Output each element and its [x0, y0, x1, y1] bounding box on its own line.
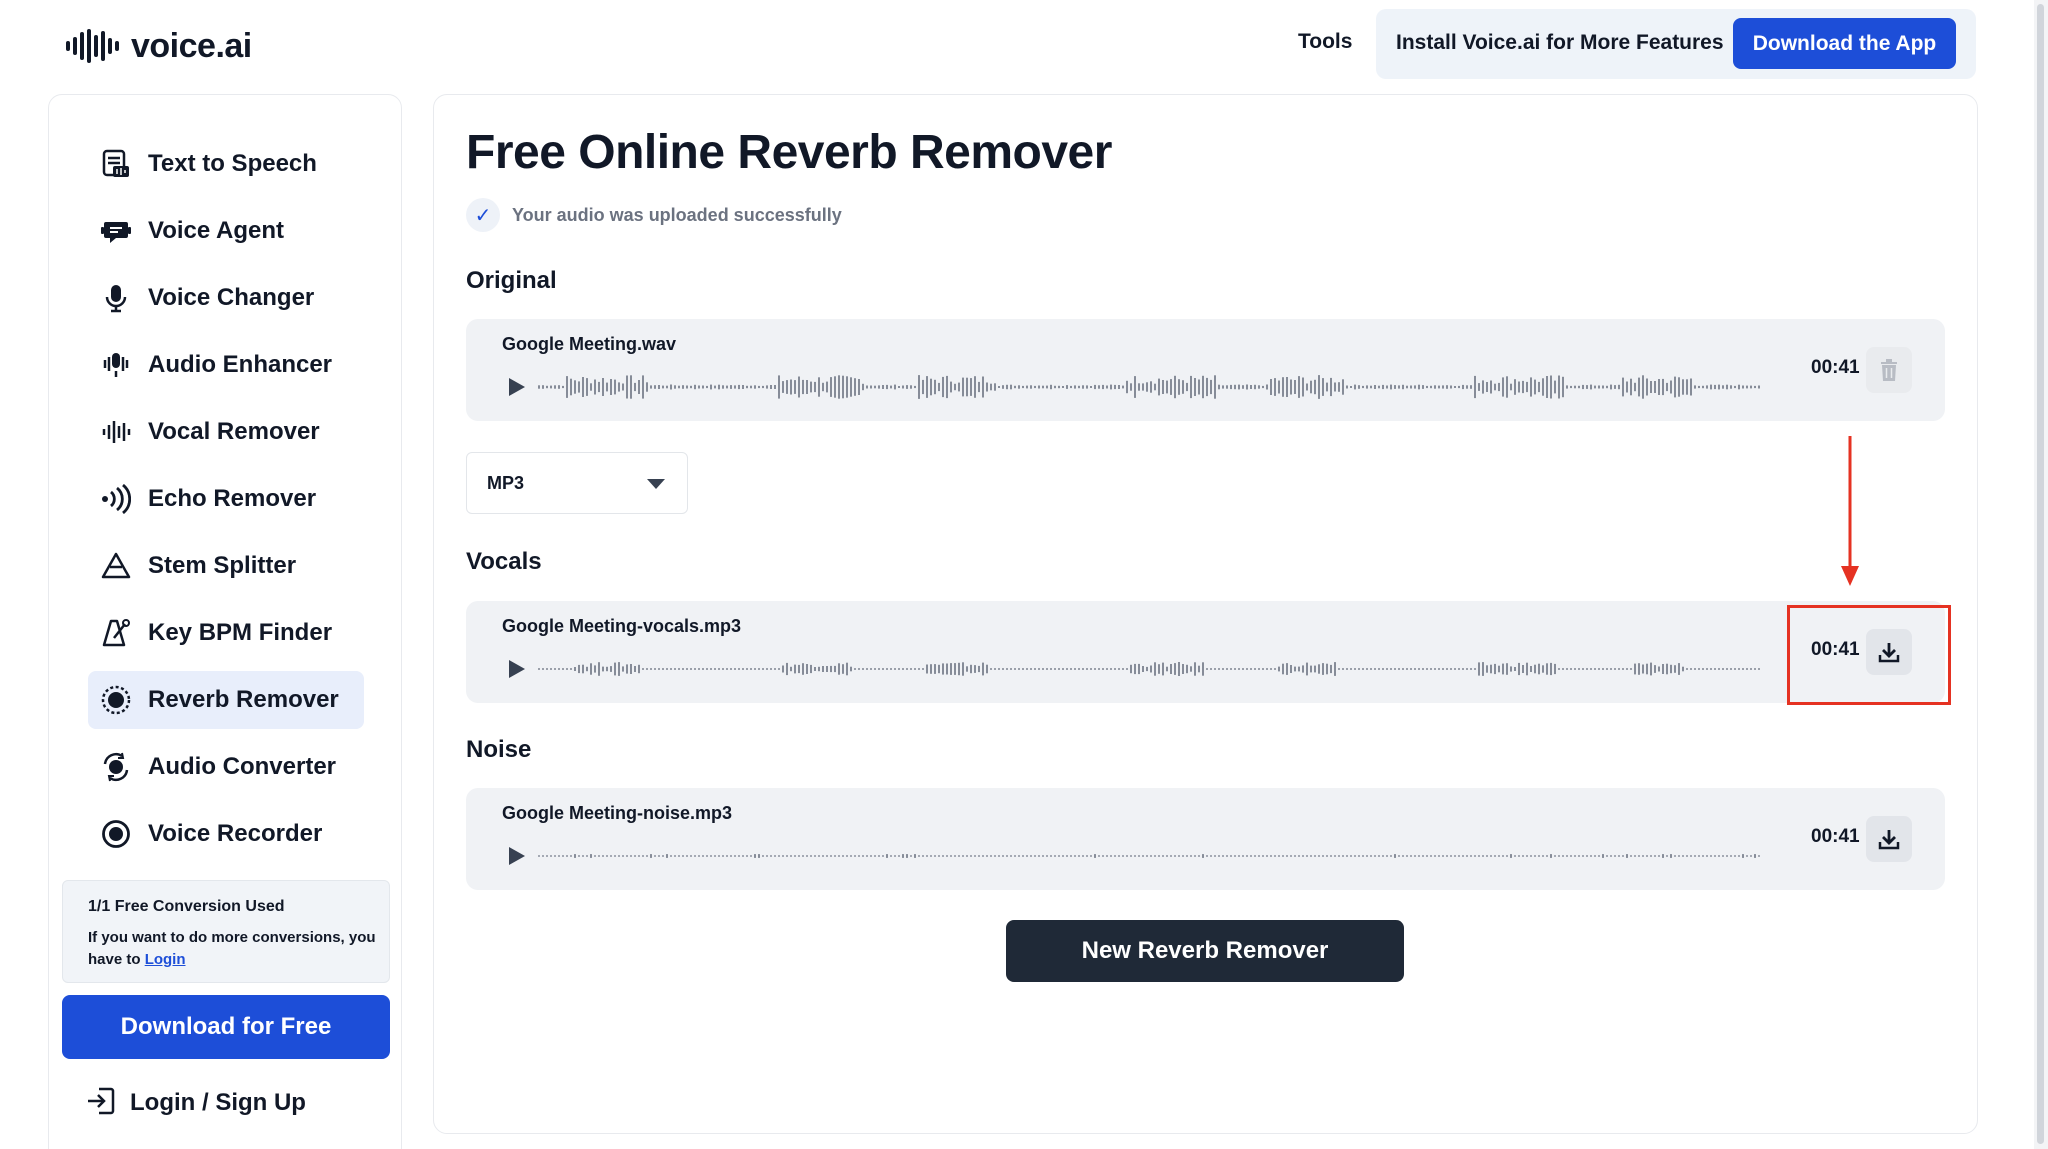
scrollbar-thumb[interactable] [2037, 4, 2044, 1144]
logo-waveform-icon [66, 29, 119, 63]
microphone-icon [99, 281, 133, 315]
sidebar-item-label: Echo Remover [148, 485, 317, 512]
waveform-icon [99, 415, 133, 449]
sidebar-item-label: Audio Enhancer [148, 351, 333, 378]
text-to-speech-icon [99, 147, 133, 181]
play-icon[interactable] [504, 375, 528, 399]
sidebar-item-label: Stem Splitter [148, 552, 297, 579]
sidebar-item-voice-recorder[interactable]: Voice Recorder [88, 805, 364, 863]
original-section-label: Original [466, 267, 557, 294]
login-signup-label: Login / Sign Up [130, 1089, 306, 1116]
metronome-icon [99, 616, 133, 650]
vocals-track: Google Meeting-vocals.mp3 00:41 [466, 601, 1945, 703]
waveform[interactable] [538, 840, 1763, 872]
waveform[interactable] [538, 371, 1763, 403]
logo-text: voice.ai [131, 26, 252, 65]
download-icon [1878, 830, 1900, 850]
sidebar-item-label: Voice Changer [148, 284, 315, 311]
sidebar-item-label: Audio Converter [148, 753, 337, 780]
format-select-value: MP3 [487, 473, 525, 493]
free-conversion-text: If you want to do more conversions, you … [88, 929, 376, 968]
download-noise-button[interactable] [1866, 816, 1912, 862]
chevron-down-icon [647, 479, 665, 489]
sidebar-item-voice-changer[interactable]: Voice Changer [88, 269, 364, 327]
page-title: Free Online Reverb Remover [466, 126, 1112, 179]
main-panel: Free Online Reverb Remover ✓ Your audio … [433, 94, 1978, 1134]
trash-icon [1881, 359, 1897, 381]
audio-enhancer-icon [99, 348, 133, 382]
login-link[interactable]: Login [145, 951, 186, 968]
waveform[interactable] [538, 653, 1763, 685]
login-signup-link[interactable]: Login / Sign Up [86, 1085, 306, 1121]
install-text: Install Voice.ai for More Features [1396, 31, 1724, 54]
install-banner: Install Voice.ai for More Features Downl… [1376, 9, 1976, 79]
play-icon[interactable] [504, 844, 528, 868]
download-for-free-button[interactable]: Download for Free [62, 995, 390, 1059]
triangle-icon [99, 549, 133, 583]
annotation-arrow [1841, 436, 1859, 586]
sidebar-item-audio-enhancer[interactable]: Audio Enhancer [88, 336, 364, 394]
sidebar-item-label: Voice Agent [148, 217, 285, 244]
sidebar-item-label: Text to Speech [148, 150, 317, 177]
sidebar-item-label: Reverb Remover [148, 686, 339, 713]
free-conversion-notice: 1/1 Free Conversion Used If you want to … [62, 880, 390, 983]
sidebar-item-voice-agent[interactable]: Voice Agent [88, 202, 364, 260]
sidebar-item-vocal-remover[interactable]: Vocal Remover [88, 403, 364, 461]
reverb-icon [99, 683, 133, 717]
sidebar-item-label: Voice Recorder [148, 820, 323, 847]
sidebar-item-reverb-remover[interactable]: Reverb Remover [88, 671, 364, 729]
track-duration: 00:41 [1811, 357, 1860, 378]
sidebar-item-audio-converter[interactable]: Audio Converter [88, 738, 364, 796]
page: voice.ai Tools Install Voice.ai for More… [0, 0, 2048, 1149]
status-text: Your audio was uploaded successfully [512, 204, 842, 225]
sidebar-item-label: Vocal Remover [148, 418, 320, 445]
track-filename: Google Meeting.wav [502, 334, 677, 354]
delete-button[interactable] [1866, 347, 1912, 393]
track-filename: Google Meeting-vocals.mp3 [502, 616, 742, 636]
download-app-button[interactable]: Download the App [1733, 18, 1956, 69]
sidebar-item-key-bpm-finder[interactable]: Key BPM Finder [88, 604, 364, 662]
voice-agent-icon [99, 214, 133, 248]
sidebar-item-text-to-speech[interactable]: Text to Speech [88, 135, 364, 193]
new-reverb-remover-button[interactable]: New Reverb Remover [1006, 920, 1404, 982]
noise-section-label: Noise [466, 736, 532, 763]
noise-track: Google Meeting-noise.mp3 00:41 [466, 788, 1945, 890]
upload-status: ✓ Your audio was uploaded successfully [466, 198, 842, 232]
play-icon[interactable] [504, 657, 528, 681]
converter-icon [99, 750, 133, 784]
record-icon [99, 817, 133, 851]
vocals-section-label: Vocals [466, 548, 542, 575]
free-conversion-title: 1/1 Free Conversion Used [88, 898, 285, 915]
free-conversion-description: If you want to do more conversions, you … [88, 927, 378, 971]
track-duration: 00:41 [1811, 826, 1860, 847]
echo-icon [99, 482, 133, 516]
track-filename: Google Meeting-noise.mp3 [502, 803, 733, 823]
logo[interactable]: voice.ai [66, 26, 252, 66]
sidebar-item-echo-remover[interactable]: Echo Remover [88, 470, 364, 528]
sidebar-item-label: Key BPM Finder [148, 619, 333, 646]
annotation-highlight-box [1787, 605, 1951, 705]
sidebar: Text to Speech Voice Agent Voice Changer… [48, 94, 402, 1149]
check-icon: ✓ [466, 198, 500, 232]
original-track: Google Meeting.wav 00:41 [466, 319, 1945, 421]
format-select[interactable]: MP3 [466, 452, 688, 514]
login-icon [86, 1086, 116, 1121]
sidebar-item-stem-splitter[interactable]: Stem Splitter [88, 537, 364, 595]
tools-link[interactable]: Tools [1298, 30, 1352, 54]
